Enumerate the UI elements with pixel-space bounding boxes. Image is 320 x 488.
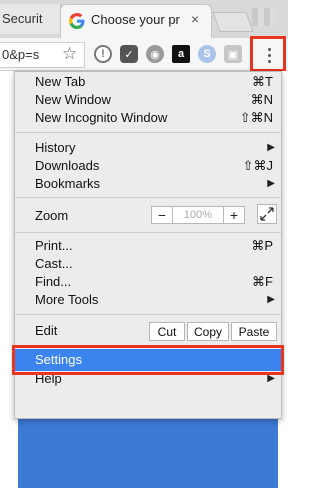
info-extension-icon[interactable]: !: [94, 45, 112, 63]
puzzle-extension-icon[interactable]: ▣: [224, 45, 242, 63]
tab-security-label: Securit: [2, 11, 43, 26]
submenu-arrow-icon: ▶: [267, 294, 275, 305]
paste-button[interactable]: Paste: [231, 322, 277, 341]
menu-divider: [15, 314, 281, 315]
settings-callout: [12, 345, 284, 375]
shortcut-new-window: ⌘N: [250, 92, 273, 107]
menu-item-history[interactable]: History: [35, 140, 75, 155]
copy-button[interactable]: Copy: [187, 322, 229, 341]
new-tab-button[interactable]: [212, 12, 254, 32]
menu-item-new-window[interactable]: New Window: [35, 92, 111, 107]
menu-item-cast[interactable]: Cast...: [35, 256, 73, 271]
address-bar[interactable]: 0&p=s ☆: [0, 42, 85, 68]
fullscreen-button[interactable]: [257, 204, 277, 224]
menu-item-downloads[interactable]: Downloads: [35, 158, 99, 173]
star-icon[interactable]: ☆: [62, 44, 77, 64]
zoom-level: 100%: [173, 206, 223, 224]
close-icon[interactable]: ×: [191, 11, 199, 27]
tab-active[interactable]: Choose your pr ×: [60, 4, 212, 39]
shortcut-downloads: ⇧⌘J: [242, 158, 273, 173]
menu-item-bookmarks[interactable]: Bookmarks: [35, 176, 100, 191]
pocket-extension-icon[interactable]: ✓: [120, 45, 138, 63]
shortcut-new-tab: ⌘T: [252, 74, 273, 89]
menu-item-new-tab[interactable]: New Tab: [35, 74, 85, 89]
cut-button[interactable]: Cut: [149, 322, 185, 341]
address-text: 0&p=s: [2, 47, 40, 62]
chrome-menu-button[interactable]: [250, 36, 286, 72]
shortcut-find: ⌘F: [252, 274, 273, 289]
zoom-in-button[interactable]: +: [223, 206, 245, 224]
menu-item-print[interactable]: Print...: [35, 238, 73, 253]
menu-item-zoom-label: Zoom: [35, 208, 69, 223]
shortcut-incognito: ⇧⌘N: [239, 110, 273, 125]
menu-item-find[interactable]: Find...: [35, 274, 71, 289]
tab-strip: Securit Choose your pr ×: [0, 0, 288, 39]
more-vert-icon: [268, 48, 272, 64]
google-icon: [69, 13, 85, 29]
feed-extension-icon[interactable]: ◉: [146, 45, 164, 63]
menu-item-edit-label: Edit: [35, 323, 58, 338]
page-text-fragment: fe: [0, 313, 11, 327]
submenu-arrow-icon: ▶: [267, 178, 275, 189]
tab-security[interactable]: Securit: [0, 4, 61, 34]
menu-item-more-tools[interactable]: More Tools: [35, 292, 98, 307]
skype-extension-icon[interactable]: S: [198, 45, 216, 63]
amazon-extension-icon[interactable]: a: [172, 45, 190, 63]
fullscreen-icon: [260, 207, 274, 221]
menu-divider: [15, 132, 281, 133]
menu-item-new-incognito-window[interactable]: New Incognito Window: [35, 110, 167, 125]
menu-divider: [15, 197, 281, 198]
menu-divider: [15, 232, 281, 233]
shortcut-print: ⌘P: [251, 238, 273, 253]
tab-title: Choose your pr: [91, 12, 180, 27]
toolbar: 0&p=s ☆ ! ✓ ◉ a S ▣: [0, 38, 288, 71]
zoom-out-button[interactable]: −: [151, 206, 173, 224]
submenu-arrow-icon: ▶: [267, 142, 275, 153]
profile-avatar[interactable]: [252, 8, 276, 26]
